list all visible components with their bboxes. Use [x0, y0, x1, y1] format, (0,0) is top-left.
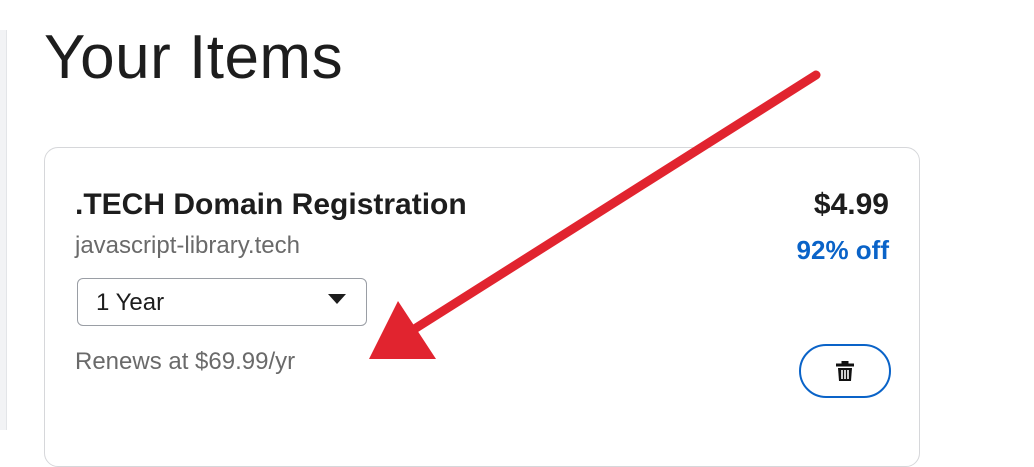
delete-item-button[interactable]: [799, 344, 891, 398]
product-name: .TECH Domain Registration: [75, 188, 467, 221]
domain-name: javascript-library.tech: [75, 232, 300, 259]
term-select[interactable]: 1 Year: [77, 278, 367, 326]
page-title: Your Items: [44, 23, 344, 92]
renewal-price: Renews at $69.99/yr: [75, 348, 296, 375]
term-select-value: 1 Year: [96, 289, 165, 316]
trash-icon: [836, 361, 854, 381]
left-panel-edge: [0, 30, 7, 430]
discount-label: 92% off: [796, 235, 889, 265]
item-price: $4.99: [813, 188, 889, 221]
cart-item-card: .TECH Domain Registration javascript-lib…: [44, 147, 920, 467]
chevron-down-icon: [328, 294, 346, 304]
